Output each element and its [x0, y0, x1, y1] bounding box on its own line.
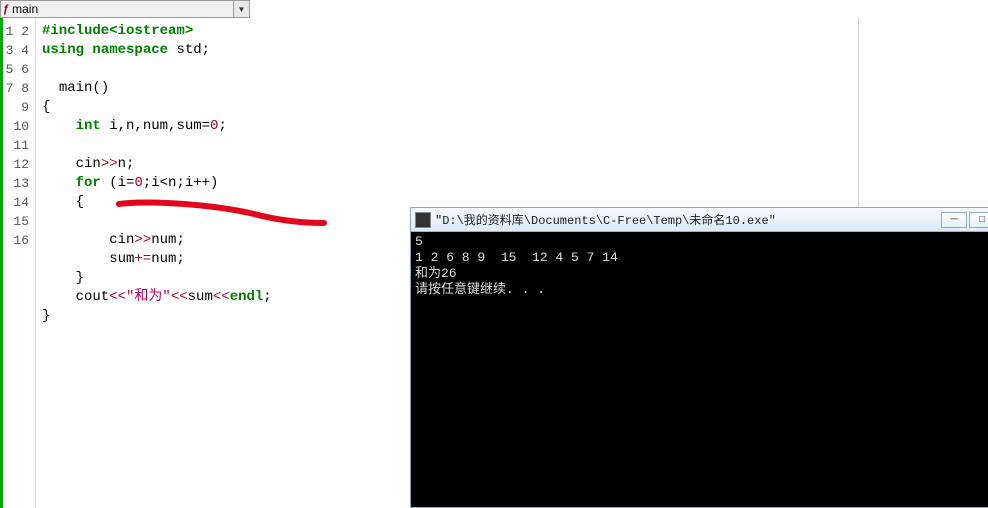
- op-insert: <<: [213, 289, 230, 305]
- exe-icon: [415, 212, 431, 228]
- ident-main: main: [59, 80, 93, 96]
- ident-cin: cin: [76, 156, 101, 172]
- lit-zero: 0: [134, 175, 142, 191]
- console-title: "D:\我的资料库\Documents\C-Free\Temp\未命名10.ex…: [435, 211, 939, 228]
- function-dropdown[interactable]: ƒ main ▼: [0, 0, 250, 18]
- kw-namespace: namespace: [92, 42, 168, 58]
- brace-open: {: [42, 99, 50, 115]
- for-cond: ;i<n;i++): [143, 175, 219, 191]
- ident-num: num;: [151, 251, 185, 267]
- line-gutter: 1 2 3 4 5 6 7 8 9 10 11 12 13 14 15 16: [0, 18, 36, 508]
- brace-inner-open: {: [42, 194, 84, 210]
- op-insert: <<: [109, 289, 126, 305]
- for-open: (i=: [101, 175, 135, 191]
- semi: ;: [202, 42, 210, 58]
- semi: ;: [218, 118, 226, 134]
- minimize-button[interactable]: ─: [941, 212, 967, 228]
- console-window[interactable]: "D:\我的资料库\Documents\C-Free\Temp\未命名10.ex…: [410, 207, 988, 508]
- op-extract: >>: [101, 156, 118, 172]
- console-titlebar[interactable]: "D:\我的资料库\Documents\C-Free\Temp\未命名10.ex…: [411, 208, 988, 232]
- stmt-cin: cin: [42, 232, 134, 248]
- out-line-1: 5: [415, 234, 423, 249]
- brace-close: }: [42, 308, 50, 324]
- out-line-3: 和为26: [415, 266, 457, 281]
- preproc: #include: [42, 23, 109, 39]
- op-insert: <<: [171, 289, 188, 305]
- console-output: 5 1 2 6 8 9 15 12 4 5 7 14 和为26 请按任意键继续.…: [411, 232, 988, 300]
- string-literal: "和为": [126, 289, 171, 305]
- kw-using: using: [42, 42, 84, 58]
- out-line-2: 1 2 6 8 9 15 12 4 5 7 14: [415, 250, 618, 265]
- ident-n: n;: [118, 156, 135, 172]
- chevron-down-icon[interactable]: ▼: [233, 1, 249, 17]
- window-buttons: ─ □ ✕: [939, 212, 988, 228]
- out-line-4: 请按任意键继续. . .: [415, 282, 545, 297]
- ident-cout: cout: [42, 289, 109, 305]
- decl-vars: i,n,num,sum=: [101, 118, 210, 134]
- brace-inner-close: }: [42, 270, 84, 286]
- kw-endl: endl: [230, 289, 264, 305]
- function-name: main: [12, 2, 233, 16]
- semi: ;: [263, 289, 271, 305]
- maximize-button[interactable]: □: [969, 212, 988, 228]
- stmt-sum: sum: [42, 251, 134, 267]
- header: <iostream>: [109, 23, 193, 39]
- kw-for: for: [76, 175, 101, 191]
- ident-num: num;: [151, 232, 185, 248]
- kw-int: int: [76, 118, 101, 134]
- ident-sum: sum: [188, 289, 213, 305]
- op-extract: >>: [134, 232, 151, 248]
- op-addassign: +=: [134, 251, 151, 267]
- parens: (): [92, 80, 109, 96]
- function-icon: ƒ: [3, 3, 9, 15]
- ident-std: std: [176, 42, 201, 58]
